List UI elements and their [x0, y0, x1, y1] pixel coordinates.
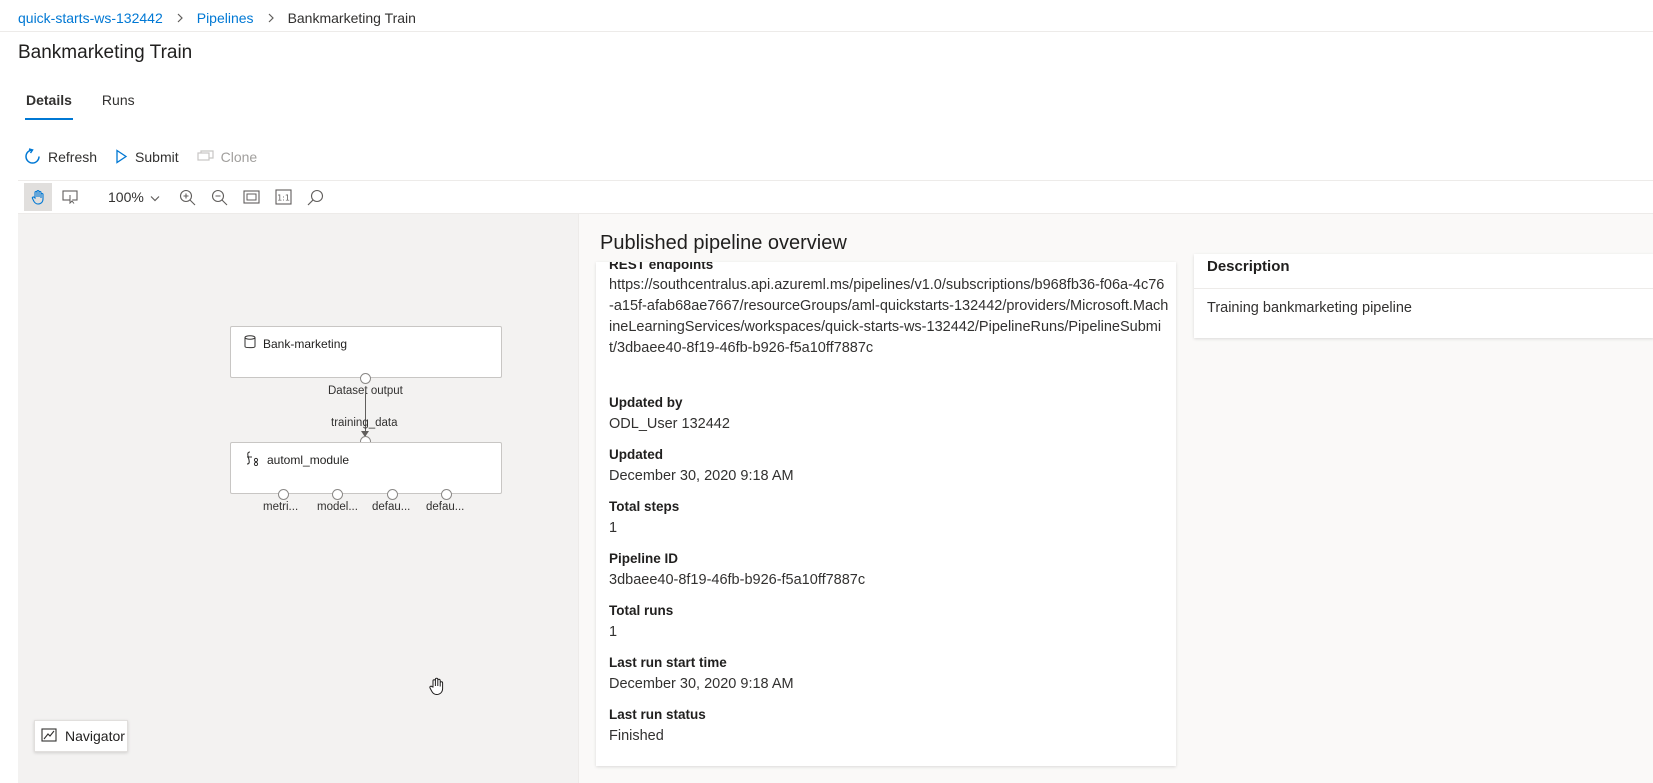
- canvas-toolbar: 100% 1:1: [18, 180, 1653, 214]
- details-card: REST endpoints https://southcentralus.ap…: [596, 262, 1176, 766]
- port-label: defau...: [372, 501, 411, 513]
- zoom-out-icon[interactable]: [206, 183, 234, 211]
- tab-runs[interactable]: Runs: [102, 92, 135, 120]
- field-total-runs: Total runs 1: [609, 602, 673, 643]
- output-port[interactable]: [387, 489, 398, 500]
- field-last-run-start-time: Last run start time December 30, 2020 9:…: [609, 654, 794, 695]
- field-updated-by: Updated by ODL_User 132442: [609, 394, 730, 435]
- chevron-right-icon: [267, 11, 275, 26]
- field-total-steps: Total steps 1: [609, 498, 679, 539]
- refresh-icon: [24, 148, 41, 165]
- refresh-label: Refresh: [48, 148, 98, 165]
- field-value: December 30, 2020 9:18 AM: [609, 468, 794, 484]
- field-value: Finished: [609, 728, 664, 744]
- field-value: ODL_User 132442: [609, 416, 730, 432]
- field-pipeline-id: Pipeline ID 3dbaee40-8f19-46fb-b926-f5a1…: [609, 550, 865, 591]
- field-label: Total steps: [609, 499, 680, 514]
- navigator-button[interactable]: Navigator: [34, 720, 128, 752]
- command-bar: Refresh Submit Clone: [24, 148, 257, 165]
- zoom-level-value: 100%: [108, 189, 144, 205]
- breadcrumb-pipelines-link[interactable]: Pipelines: [197, 10, 254, 26]
- field-label: REST endpoints: [609, 262, 714, 272]
- fit-to-screen-icon[interactable]: [238, 183, 266, 211]
- field-last-run-status: Last run status Finished: [609, 706, 706, 747]
- node-title: Bank-marketing: [263, 336, 348, 351]
- zoom-level-select[interactable]: 100%: [88, 183, 170, 211]
- field-label: Last run status: [609, 707, 706, 722]
- header-divider: [0, 31, 1653, 32]
- overview-panel: Published pipeline overview REST endpoin…: [578, 214, 1653, 783]
- graph-node-module[interactable]: automl_module: [230, 442, 502, 494]
- description-header: Description: [1207, 258, 1290, 275]
- navigator-icon: [41, 727, 57, 745]
- module-icon: [246, 451, 260, 469]
- hand-cursor-icon: [427, 676, 447, 701]
- output-port[interactable]: [360, 373, 371, 384]
- field-label: Last run start time: [609, 655, 727, 670]
- port-label: model...: [317, 501, 358, 513]
- field-rest-endpoints: REST endpoints https://southcentralus.ap…: [609, 262, 1169, 359]
- breadcrumb-workspace-link[interactable]: quick-starts-ws-132442: [18, 10, 163, 26]
- port-label: training_data: [331, 417, 398, 429]
- breadcrumb: quick-starts-ws-132442 Pipelines Bankmar…: [18, 8, 416, 28]
- description-value: Training bankmarketing pipeline: [1207, 300, 1412, 316]
- submit-label: Submit: [135, 148, 179, 165]
- refresh-button[interactable]: Refresh: [24, 148, 97, 165]
- chevron-down-icon: [150, 189, 160, 205]
- output-port[interactable]: [278, 489, 289, 500]
- zoom-in-icon[interactable]: [174, 183, 202, 211]
- description-card: Description Training bankmarketing pipel…: [1194, 254, 1653, 338]
- rest-endpoint-value: https://southcentralus.api.azureml.ms/pi…: [609, 277, 1169, 356]
- overview-title: Published pipeline overview: [600, 232, 847, 254]
- field-value: 1: [609, 624, 618, 640]
- clone-label: Clone: [220, 148, 258, 165]
- description-divider: [1194, 288, 1653, 289]
- submit-button[interactable]: Submit: [115, 149, 179, 165]
- field-value: 3dbaee40-8f19-46fb-b926-f5a10ff7887c: [609, 572, 866, 588]
- svg-text:1:1: 1:1: [277, 194, 290, 203]
- dataset-icon: [244, 335, 256, 352]
- graph-node-dataset[interactable]: Bank-marketing: [230, 326, 502, 378]
- field-label: Pipeline ID: [609, 551, 679, 566]
- breadcrumb-current: Bankmarketing Train: [287, 10, 416, 26]
- clone-button[interactable]: Clone: [197, 148, 258, 165]
- chevron-right-icon: [176, 11, 184, 26]
- output-port[interactable]: [332, 489, 343, 500]
- tab-details[interactable]: Details: [25, 92, 73, 120]
- page-title: Bankmarketing Train: [18, 42, 193, 63]
- field-value: 1: [609, 520, 618, 536]
- node-title: automl_module: [267, 453, 350, 467]
- field-label: Updated by: [609, 395, 683, 410]
- pan-hand-icon[interactable]: [24, 183, 52, 211]
- navigator-label: Navigator: [65, 728, 125, 744]
- field-updated: Updated December 30, 2020 9:18 AM: [609, 446, 794, 487]
- tab-bar: Details Runs: [25, 92, 135, 120]
- search-icon[interactable]: [302, 183, 330, 211]
- field-value: December 30, 2020 9:18 AM: [609, 676, 794, 692]
- field-label: Updated: [609, 447, 663, 462]
- output-port[interactable]: [441, 489, 452, 500]
- port-label: defau...: [426, 501, 465, 513]
- clone-icon: [197, 150, 214, 163]
- port-label: metri...: [263, 501, 299, 513]
- play-icon: [115, 149, 128, 164]
- actual-size-icon[interactable]: 1:1: [270, 183, 298, 211]
- field-label: Total runs: [609, 603, 674, 618]
- select-icon[interactable]: [56, 183, 84, 211]
